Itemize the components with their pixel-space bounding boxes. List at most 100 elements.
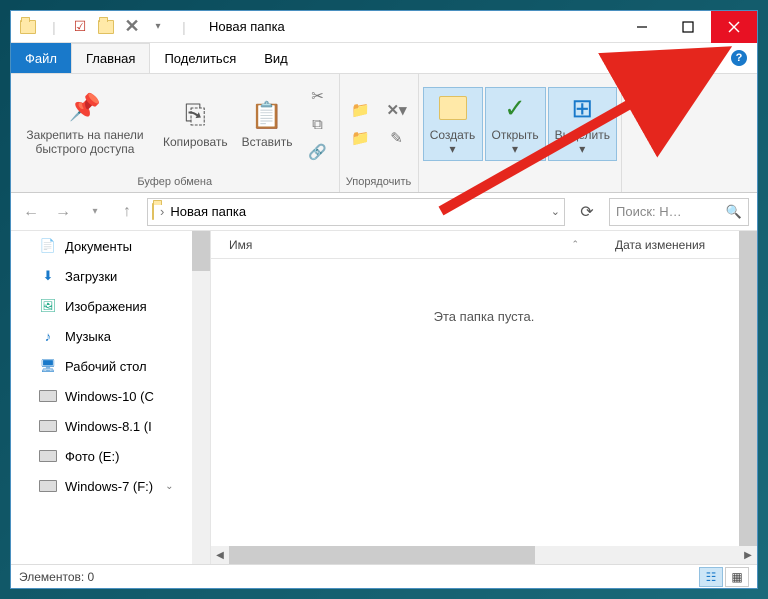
file-list-pane: Имя⌃ Дата изменения Эта папка пуста. ◀ ▶ bbox=[211, 231, 757, 564]
open-icon: ✓ bbox=[499, 92, 531, 124]
up-button[interactable]: ↑ bbox=[115, 200, 139, 224]
navigation-bar: ← → ▾ ↑ › Новая папка ⌄ ⟳ Поиск: Н… 🔍 bbox=[11, 193, 757, 231]
column-modified[interactable]: Дата изменения bbox=[597, 238, 757, 252]
search-placeholder: Поиск: Н… bbox=[616, 204, 682, 219]
copy-icon: ⎘ bbox=[179, 99, 211, 131]
clipboard-group-label: Буфер обмена bbox=[11, 174, 339, 192]
documents-icon: 📄 bbox=[39, 237, 57, 255]
close-button[interactable] bbox=[711, 11, 757, 43]
view-large-icons-button[interactable]: ▦ bbox=[725, 567, 749, 587]
nav-item-desktop[interactable]: 🖥Рабочий стол bbox=[11, 351, 210, 381]
delete-icon[interactable]: ✕ bbox=[121, 16, 143, 38]
qat-separator: | bbox=[43, 16, 65, 38]
organize-col2: ✕▾ ✎ bbox=[380, 93, 414, 155]
horizontal-scrollbar[interactable]: ◀ ▶ bbox=[211, 546, 757, 564]
music-icon: ♪ bbox=[39, 327, 57, 345]
nav-item-music[interactable]: ♪Музыка bbox=[11, 321, 210, 351]
tab-view[interactable]: Вид bbox=[250, 43, 302, 73]
address-dropdown-icon[interactable]: ⌄ bbox=[551, 205, 560, 218]
pictures-icon: 🖼 bbox=[39, 297, 57, 315]
address-folder-icon bbox=[152, 204, 154, 219]
ribbon-group-new: Создать▾ ✓ Открыть▾ ⊞ Выделить▾ bbox=[419, 74, 623, 192]
new-folder-button[interactable]: Создать▾ bbox=[423, 87, 483, 161]
pin-button[interactable]: 📌 Закрепить на панели быстрого доступа bbox=[15, 88, 155, 161]
scroll-thumb[interactable] bbox=[229, 546, 535, 564]
status-item-count: Элементов: 0 bbox=[19, 570, 94, 584]
view-details-button[interactable]: ☷ bbox=[699, 567, 723, 587]
nav-item-drive-c[interactable]: Windows-10 (C bbox=[11, 381, 210, 411]
search-icon: 🔍 bbox=[726, 204, 742, 220]
window-title: Новая папка bbox=[201, 19, 619, 34]
drive-icon bbox=[39, 417, 57, 435]
new-folder-big-icon bbox=[437, 92, 469, 124]
breadcrumb-separator-icon: › bbox=[160, 204, 164, 219]
nav-scrollbar[interactable] bbox=[192, 231, 210, 564]
column-headers: Имя⌃ Дата изменения bbox=[211, 231, 757, 259]
rename-icon[interactable]: ✎ bbox=[384, 125, 410, 151]
paste-icon: 📋 bbox=[251, 99, 283, 131]
address-path[interactable]: Новая папка bbox=[170, 204, 246, 219]
paste-shortcut-icon[interactable]: 🔗 bbox=[305, 139, 331, 165]
copy-label: Копировать bbox=[163, 135, 228, 149]
paste-label: Вставить bbox=[242, 135, 293, 149]
nav-item-drive-e[interactable]: Фото (E:) bbox=[11, 441, 210, 471]
empty-folder-message: Эта папка пуста. bbox=[211, 259, 757, 546]
ribbon-group-clipboard: 📌 Закрепить на панели быстрого доступа ⎘… bbox=[11, 74, 340, 192]
properties-icon[interactable]: ☑ bbox=[69, 16, 91, 38]
ribbon-body: 📌 Закрепить на панели быстрого доступа ⎘… bbox=[11, 73, 757, 193]
scroll-left-icon[interactable]: ◀ bbox=[211, 546, 229, 564]
scroll-right-icon[interactable]: ▶ bbox=[739, 546, 757, 564]
back-button[interactable]: ← bbox=[19, 200, 43, 224]
pin-label: Закрепить на панели быстрого доступа bbox=[21, 128, 149, 157]
select-button[interactable]: ⊞ Выделить▾ bbox=[548, 87, 617, 161]
minimize-button[interactable] bbox=[619, 11, 665, 43]
search-box[interactable]: Поиск: Н… 🔍 bbox=[609, 198, 749, 226]
ribbon-group-organize: 📁 📁 ✕▾ ✎ Упорядочить bbox=[340, 74, 419, 192]
new-folder-icon[interactable] bbox=[95, 16, 117, 38]
nav-item-pictures[interactable]: 🖼Изображения bbox=[11, 291, 210, 321]
tab-share[interactable]: Поделиться bbox=[150, 43, 250, 73]
organize-group-label: Упорядочить bbox=[340, 174, 418, 192]
cut-icon[interactable]: ✂ bbox=[305, 83, 331, 109]
chevron-down-icon: ⌄ bbox=[165, 481, 173, 492]
nav-item-drive-f[interactable]: Windows-7 (F:)⌄ bbox=[11, 471, 210, 501]
navigation-pane[interactable]: 📄Документы ⬇Загрузки 🖼Изображения ♪Музык… bbox=[11, 231, 211, 564]
nav-item-downloads[interactable]: ⬇Загрузки bbox=[11, 261, 210, 291]
recent-locations-icon[interactable]: ▾ bbox=[83, 200, 107, 224]
select-icon: ⊞ bbox=[566, 92, 598, 124]
tab-home[interactable]: Главная bbox=[71, 43, 150, 73]
paste-button[interactable]: 📋 Вставить bbox=[236, 95, 299, 153]
organize-col1: 📁 📁 bbox=[344, 93, 378, 155]
drive-icon bbox=[39, 477, 57, 495]
forward-button[interactable]: → bbox=[51, 200, 75, 224]
move-to-icon[interactable]: 📁 bbox=[348, 97, 374, 123]
refresh-button[interactable]: ⟳ bbox=[573, 198, 601, 226]
maximize-button[interactable] bbox=[665, 11, 711, 43]
nav-item-documents[interactable]: 📄Документы bbox=[11, 231, 210, 261]
new-group-spacer bbox=[419, 174, 622, 192]
open-label: Открыть▾ bbox=[492, 128, 539, 156]
copy-path-icon[interactable]: ⧉ bbox=[305, 111, 331, 137]
copy-button[interactable]: ⎘ Копировать bbox=[157, 95, 234, 153]
copy-to-icon[interactable]: 📁 bbox=[348, 125, 374, 151]
folder-icon bbox=[17, 16, 39, 38]
qat-dropdown-icon[interactable]: ▾ bbox=[147, 16, 169, 38]
pin-icon: 📌 bbox=[69, 92, 101, 124]
tab-file[interactable]: Файл bbox=[11, 43, 71, 73]
new-label: Создать▾ bbox=[430, 128, 476, 156]
qat-separator: | bbox=[173, 16, 195, 38]
delete-button-icon[interactable]: ✕▾ bbox=[384, 97, 410, 123]
open-button[interactable]: ✓ Открыть▾ bbox=[485, 87, 546, 161]
main-scrollbar[interactable] bbox=[739, 231, 757, 546]
select-label: Выделить▾ bbox=[555, 128, 610, 156]
ribbon-collapse-icon[interactable]: ⌃ bbox=[711, 51, 721, 65]
address-bar[interactable]: › Новая папка ⌄ bbox=[147, 198, 565, 226]
help-icon[interactable]: ? bbox=[731, 50, 747, 66]
nav-item-drive-i[interactable]: Windows-8.1 (I bbox=[11, 411, 210, 441]
drive-icon bbox=[39, 447, 57, 465]
ribbon-tabs: Файл Главная Поделиться Вид ⌃ ? bbox=[11, 43, 757, 73]
drive-icon bbox=[39, 387, 57, 405]
column-name[interactable]: Имя⌃ bbox=[211, 238, 597, 252]
sort-indicator-icon: ⌃ bbox=[571, 239, 579, 250]
downloads-icon: ⬇ bbox=[39, 267, 57, 285]
